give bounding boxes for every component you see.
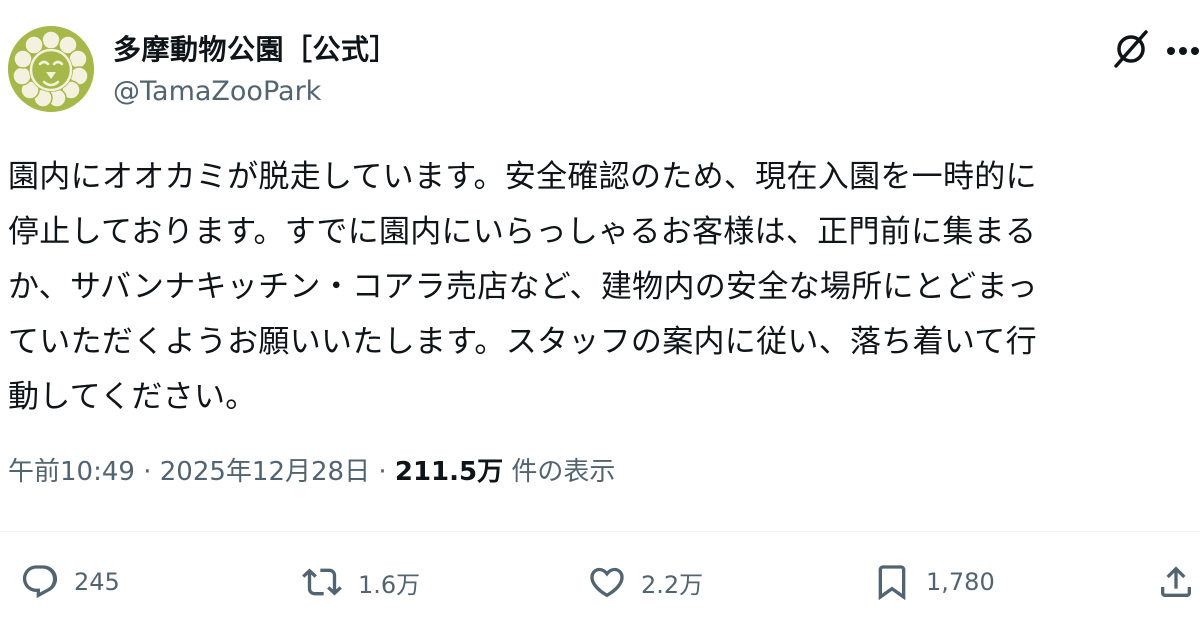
post-text: 園内にオオカミが脱走しています。安全確認のため、現在入園を一時的に 停止しており… xyxy=(8,150,1196,425)
reply-count: 245 xyxy=(74,568,120,596)
post-meta: 午前10:49 · 2025年12月28日 · 211.5万 件の表示 xyxy=(8,451,615,488)
views-label: 件の表示 xyxy=(503,457,616,487)
avatar[interactable] xyxy=(8,26,94,112)
post-card: 多摩動物公園［公式］ @TamaZooPark 園内にオオカミが脱走しています。… xyxy=(0,0,1200,630)
share-button[interactable] xyxy=(1156,560,1196,608)
post-text-line: 園内にオオカミが脱走しています。安全確認のため、現在入園を一時的に xyxy=(8,159,1037,195)
repost-icon xyxy=(302,568,342,596)
display-name[interactable]: 多摩動物公園［公式］ xyxy=(113,28,398,68)
post-text-line: か、サバンナキッチン・コアラ売店など、建物内の安全な場所にとどまっ xyxy=(8,269,1038,305)
divider xyxy=(0,531,1200,532)
post-date[interactable]: 2025年12月28日 xyxy=(160,457,370,487)
reply-button[interactable]: 245 xyxy=(20,560,120,604)
heart-icon xyxy=(590,567,624,598)
views-count: 211.5万 xyxy=(394,457,504,487)
grok-icon[interactable] xyxy=(1110,28,1152,70)
repost-button[interactable]: 1.6万 xyxy=(300,560,420,604)
like-button[interactable]: 2.2万 xyxy=(587,560,703,604)
meta-separator: · xyxy=(370,457,395,487)
repost-count: 1.6万 xyxy=(358,570,421,599)
post-text-line: ていただくようお願いいたします。スタッフの案内に従い、落ち着いて行 xyxy=(8,324,1037,360)
post-text-line: 停止しております。すでに園内にいらっしゃるお客様は、正門前に集まる xyxy=(8,214,1037,250)
bookmark-button[interactable]: 1,780 xyxy=(872,560,995,604)
more-icon[interactable] xyxy=(1166,46,1200,56)
share-icon xyxy=(1161,566,1191,597)
bookmark-count: 1,780 xyxy=(926,568,995,596)
meta-separator: · xyxy=(134,457,160,487)
reply-icon xyxy=(22,565,58,599)
post-time[interactable]: 午前10:49 xyxy=(8,457,135,487)
account-handle[interactable]: @TamaZooPark xyxy=(113,76,321,107)
bookmark-icon xyxy=(878,565,906,601)
like-count: 2.2万 xyxy=(641,570,704,599)
post-text-line: 動してください。 xyxy=(8,379,257,415)
lion-face-icon xyxy=(8,26,94,112)
